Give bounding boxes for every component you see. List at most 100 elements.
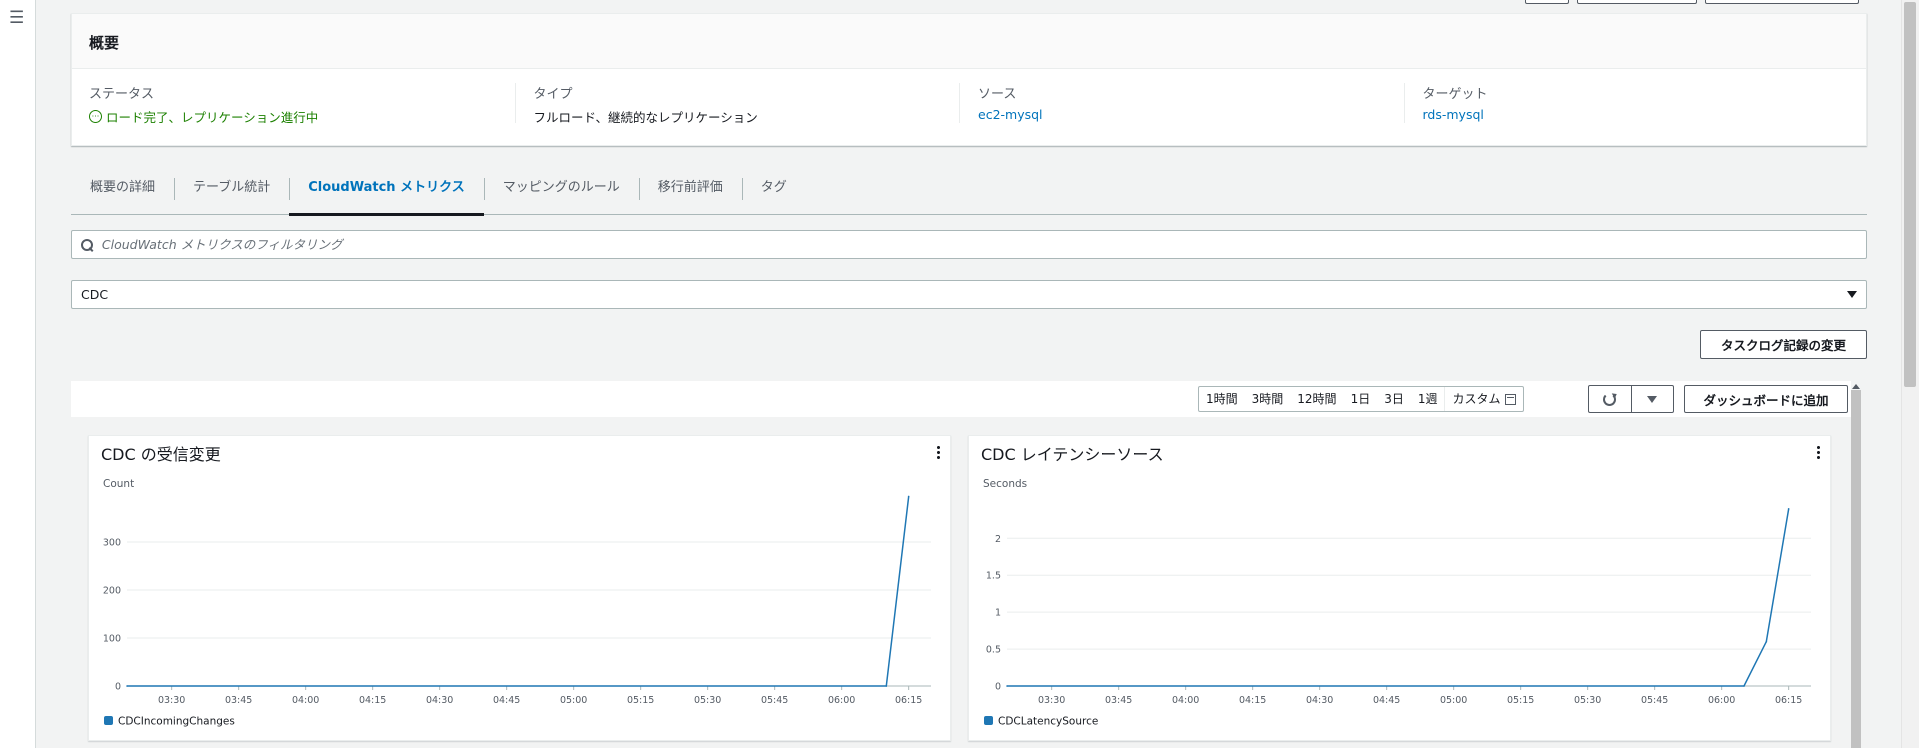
series-line xyxy=(127,496,910,687)
target-field: ターゲット rds-mysql xyxy=(1423,83,1849,123)
data-point xyxy=(1006,685,1008,687)
x-tick-label: 04:45 xyxy=(493,695,520,706)
x-tick-label: 04:15 xyxy=(1239,695,1266,706)
refresh-options-button[interactable] xyxy=(1630,386,1674,412)
range-3d[interactable]: 3日 xyxy=(1377,387,1411,411)
range-1h[interactable]: 1時間 xyxy=(1199,387,1245,411)
scroll-up-icon[interactable] xyxy=(1852,384,1860,389)
data-point xyxy=(885,685,888,687)
tab-overview-details[interactable]: 概要の詳細 xyxy=(71,170,174,215)
x-tick-label: 03:30 xyxy=(158,695,185,706)
y-tick-label: 0 xyxy=(995,682,1001,693)
caret-down-icon xyxy=(1847,291,1857,298)
y-axis-label: Count xyxy=(103,478,134,490)
chart-widget-cdc-latency-source: CDC レイテンシーソース Seconds 0 0.5 1 1.5 2 03:30 03:45… xyxy=(968,435,1831,741)
tab-mapping-rules[interactable]: マッピングのルール xyxy=(483,170,639,215)
y-tick-label: 1 xyxy=(995,608,1001,619)
range-12h[interactable]: 12時間 xyxy=(1290,387,1343,411)
add-to-dashboard-button[interactable]: ダッシュボードに追加 xyxy=(1684,385,1848,413)
x-tick-label: 03:45 xyxy=(1105,695,1132,706)
page-scrollbar-thumb[interactable] xyxy=(1904,2,1916,387)
top-action-button[interactable] xyxy=(1577,0,1697,4)
range-custom[interactable]: カスタム xyxy=(1444,387,1522,411)
status-value: ロード完了、レプリケーション進行中 xyxy=(106,110,319,125)
legend-swatch xyxy=(104,716,113,725)
metrics-filter-input[interactable] xyxy=(93,237,1866,252)
data-point xyxy=(126,685,128,687)
summary-title: 概要 xyxy=(72,14,1866,69)
refresh-button[interactable] xyxy=(1589,386,1631,412)
x-tick-label: 04:15 xyxy=(359,695,386,706)
tab-table-statistics[interactable]: テーブル統計 xyxy=(174,170,289,215)
x-tick-label: 05:45 xyxy=(761,695,788,706)
chart-svg: Seconds 0 0.5 1 1.5 2 03:30 03:45 04:00 04:15 04:3… xyxy=(983,478,1811,728)
x-tick-label: 05:00 xyxy=(1440,695,1467,706)
range-1w[interactable]: 1週 xyxy=(1411,387,1445,411)
data-point xyxy=(907,495,910,498)
tab-tags[interactable]: タグ xyxy=(741,170,806,215)
range-custom-label: カスタム xyxy=(1452,392,1501,406)
y-tick-label: 2 xyxy=(995,534,1001,545)
data-point xyxy=(1787,507,1790,510)
refresh-control xyxy=(1588,385,1674,413)
type-value: フルロード、継続的なレプリケーション xyxy=(533,110,758,125)
side-navigation: ☰ xyxy=(0,0,36,748)
tab-premigration-assessment[interactable]: 移行前評価 xyxy=(638,170,742,215)
top-action-button[interactable] xyxy=(1705,0,1859,4)
legend-label: CDCLatencySource xyxy=(998,716,1098,728)
x-tick-label: 06:00 xyxy=(1708,695,1735,706)
chart-widget-cdc-incoming-changes: CDC の受信変更 Count 0 100 200 300 03:30 03:45 04:00… xyxy=(88,435,951,741)
x-tick-label: 04:00 xyxy=(1172,695,1199,706)
time-range-selector: 1時間 3時間 12時間 1日 3日 1週 カスタム xyxy=(1198,386,1524,412)
y-tick-label: 100 xyxy=(103,634,121,645)
dashboard-scrollbar[interactable] xyxy=(1851,390,1861,748)
status-field: ステータス ··· ロード完了、レプリケーション進行中 xyxy=(89,83,516,125)
page-scrollbar[interactable] xyxy=(1901,0,1919,748)
y-tick-label: 200 xyxy=(103,586,121,597)
x-tick-label: 05:30 xyxy=(1574,695,1601,706)
y-tick-label: 0 xyxy=(115,682,121,693)
x-tick-label: 05:15 xyxy=(627,695,654,706)
top-action-button[interactable] xyxy=(1525,0,1569,4)
search-icon xyxy=(80,238,94,252)
source-label: ソース xyxy=(978,87,1017,102)
tab-cloudwatch-metrics[interactable]: CloudWatch メトリクス xyxy=(289,170,485,216)
legend-label: CDCIncomingChanges xyxy=(118,716,235,728)
type-field: タイプ フルロード、継続的なレプリケーション xyxy=(533,83,960,125)
range-3h[interactable]: 3時間 xyxy=(1245,387,1291,411)
status-label: ステータス xyxy=(89,87,155,102)
x-tick-label: 05:15 xyxy=(1507,695,1534,706)
menu-icon[interactable]: ☰ xyxy=(9,8,24,28)
x-tick-label: 05:00 xyxy=(560,695,587,706)
y-tick-label: 300 xyxy=(103,538,121,549)
x-tick-label: 03:45 xyxy=(225,695,252,706)
data-point xyxy=(1743,685,1745,687)
data-point xyxy=(1765,640,1768,643)
y-tick-label: 1.5 xyxy=(986,571,1001,582)
summary-panel: 概要 ステータス ··· ロード完了、レプリケーション進行中 タイプ フルロード… xyxy=(71,13,1867,146)
y-axis-label: Seconds xyxy=(983,478,1027,490)
in-progress-icon: ··· xyxy=(89,110,102,123)
source-link[interactable]: ec2-mysql xyxy=(978,107,1386,122)
range-1d[interactable]: 1日 xyxy=(1344,387,1378,411)
x-tick-label: 04:00 xyxy=(292,695,319,706)
x-tick-label: 04:45 xyxy=(1373,695,1400,706)
y-tick-label: 0.5 xyxy=(986,645,1001,656)
refresh-icon xyxy=(1603,392,1617,406)
metric-category-value: CDC xyxy=(81,287,109,302)
change-task-logging-button[interactable]: タスクログ記録の変更 xyxy=(1700,330,1867,359)
x-tick-label: 05:30 xyxy=(694,695,721,706)
x-tick-label: 04:30 xyxy=(1306,695,1333,706)
metrics-filter xyxy=(71,230,1867,259)
chart-svg: Count 0 100 200 300 03:30 03:45 04:00 04:15 04:30… xyxy=(103,478,931,728)
caret-down-icon xyxy=(1647,395,1658,403)
calendar-icon xyxy=(1504,393,1516,405)
target-link[interactable]: rds-mysql xyxy=(1423,107,1831,122)
target-label: ターゲット xyxy=(1422,87,1488,102)
series-line xyxy=(1007,508,1790,687)
x-tick-label: 04:30 xyxy=(426,695,453,706)
metric-category-select[interactable]: CDC xyxy=(71,280,1867,309)
x-tick-label: 06:00 xyxy=(828,695,855,706)
type-label: タイプ xyxy=(533,87,573,102)
source-field: ソース ec2-mysql xyxy=(978,83,1405,123)
